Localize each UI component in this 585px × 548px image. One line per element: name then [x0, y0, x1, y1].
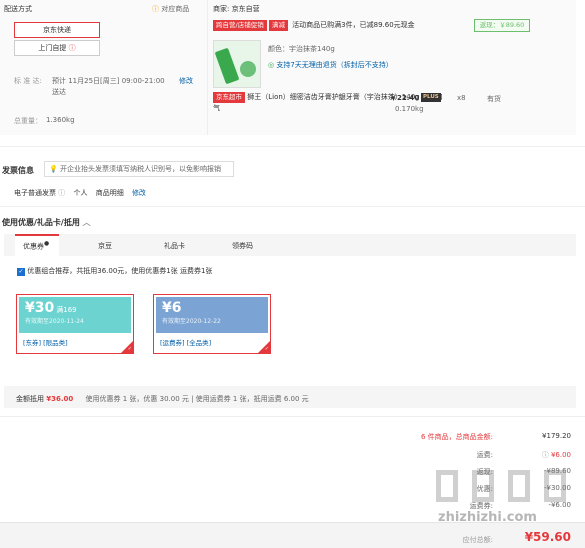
ship-date-modify-link[interactable]: 修改 [179, 76, 193, 86]
coupon-tags: [运费券] [全品类] [160, 339, 212, 347]
ship-option-jd-express[interactable]: 京东快递 [14, 22, 100, 38]
market-tag: 京东超市 [213, 92, 245, 103]
coupon-condition: 满169 [56, 306, 77, 314]
help-icon: ⓘ [68, 44, 76, 52]
summary-count: 6 件商品，总商品金额: [421, 432, 493, 442]
return-policy: ◎ 支持7天无理由退货（拆封后不支持） [268, 60, 393, 70]
divider [0, 206, 585, 207]
watermark-block [508, 470, 530, 502]
promo-tag: 满减 [268, 20, 288, 31]
product-color: 颜色：宇治抹茶140g [268, 45, 335, 53]
summary-count-text: 6 件商品，总商品金额: [420, 433, 493, 441]
weight-label: 总重量： [14, 117, 42, 125]
watermark-block [436, 470, 458, 502]
invoice-tip-text: 开企业抬头发票须填写纳税人识别号，以免影响报销 [59, 165, 221, 173]
summary-freight: ⓘ ¥6.00 [542, 450, 571, 460]
shield-icon: ◎ [268, 61, 275, 69]
weight-value: 1.360kg [46, 116, 75, 124]
check-icon: ✓ [127, 346, 132, 352]
shipping-panel [0, 0, 208, 135]
divider [0, 416, 585, 417]
tab-gift-card[interactable]: 礼品卡 [164, 241, 185, 251]
seller-name: 京东自营 [231, 5, 260, 13]
pay-label: 应付总额: [462, 536, 493, 544]
watermark-text: zhizhizhi.com [438, 510, 537, 525]
promo-row: 跨自营/店铺促销 满减 活动商品已购满3件，已减89.60元现金 [213, 20, 415, 31]
coupon-face: ¥6 有效期至2020-12-22 [156, 297, 268, 333]
toothpaste-tube-icon [214, 47, 240, 85]
ship-option-label: 京东快递 [43, 26, 71, 34]
product-stock: 有货 [487, 95, 501, 103]
coupon-amount: ¥6 [162, 300, 182, 316]
ship-option-label: 上门自提 [38, 44, 67, 52]
invoice-who: 个人 [73, 189, 88, 197]
shipping-title: 配送方式 [4, 5, 32, 13]
ship-date-label: 标 准 达: [14, 77, 42, 85]
invoice-title: 发票信息 [2, 166, 34, 175]
product-qty: x8 [457, 94, 466, 102]
ship-date-value: 预计 11月25日[周三] 09:00-21:00 送达 [52, 77, 165, 96]
invoice-modify-link[interactable]: 修改 [132, 189, 146, 197]
coupon-tabs-bar [4, 234, 576, 256]
tab-label: 优惠券 [23, 242, 44, 251]
corresponding-goods-label: 对应商品 [161, 5, 190, 13]
checkbox-checked-icon: ✓ [17, 268, 25, 276]
watermark-block [472, 470, 494, 502]
bulb-icon: 💡 [49, 165, 58, 173]
invoice-type: 电子普通发票 [14, 189, 56, 197]
promo-text: 活动商品已购满3件，已减89.60元现金 [292, 21, 415, 29]
footer-amount: ¥36.00 [46, 395, 74, 403]
coupon-tags: [东券] [限品类] [23, 339, 68, 347]
coupon-section-toggle[interactable]: 使用优惠/礼品卡/抵用 ︿ [2, 217, 91, 228]
summary-freight-label: 运费: [476, 451, 493, 459]
product-weight: 0.170kg [395, 105, 424, 113]
return-policy-text: 支持7天无理由退货（拆封后不支持） [276, 61, 393, 69]
coupon-footer-row: 金额抵用 ¥36.00 使用优惠券 1 张，优惠 30.00 元 | 使用运费券… [16, 394, 309, 404]
pay-total: ¥59.60 [524, 530, 571, 544]
plus-badge: PLUS [421, 93, 441, 102]
recommend-text: 优惠组合推荐，共抵用36.00元，使用优惠券1张 运费券1张 [27, 267, 213, 275]
seller-row: 商家: 京东自营 [213, 4, 260, 14]
coupon-card[interactable]: ¥6 有效期至2020-12-22 [运费券] [全品类] ✓ [153, 294, 271, 354]
pay-bar [0, 522, 585, 548]
check-icon: ✓ [264, 346, 269, 352]
summary-total-goods: ¥179.20 [542, 432, 571, 440]
ship-option-pickup[interactable]: 上门自提 ⓘ [14, 40, 100, 56]
promo-tag: 跨自营/店铺促销 [213, 20, 267, 31]
invoice-detail: 商品明细 [95, 189, 124, 197]
watermark-logo [436, 470, 576, 510]
coupon-date: 有效期至2020-12-22 [162, 318, 221, 325]
footer-label: 金额抵用 [16, 395, 44, 403]
recommend-row[interactable]: ✓ 优惠组合推荐，共抵用36.00元，使用优惠券1张 运费券1张 [17, 266, 212, 276]
help-icon: ⓘ [58, 189, 66, 197]
selected-corner: ✓ [258, 341, 270, 353]
coupon-face: ¥30 满169 有效期至2020-11-24 [19, 297, 131, 333]
product-image[interactable] [213, 40, 261, 88]
invoice-tip: 💡 开企业抬头发票须填写纳税人识别号，以免影响报销 [44, 161, 234, 177]
seller-label: 商家: [213, 5, 230, 13]
watermark-block [544, 470, 566, 502]
invoice-row: 电子普通发票 ⓘ 个人 商品明细 修改 [14, 188, 146, 198]
coupon-date: 有效期至2020-11-24 [25, 318, 84, 325]
tab-coupon-code[interactable]: 领券码 [232, 241, 253, 251]
info-icon: ⓘ [541, 451, 549, 459]
selected-corner: ✓ [121, 341, 133, 353]
footer-detail: 使用优惠券 1 张，优惠 30.00 元 | 使用运费券 1 张，抵用运费 6.… [85, 395, 309, 403]
product-price: ￥22.40 [390, 94, 420, 102]
info-icon: ⓘ [152, 5, 159, 13]
coupon-section-title: 使用优惠/礼品卡/抵用 [2, 218, 80, 227]
coupon-amount: ¥30 [25, 300, 55, 316]
divider [0, 146, 585, 147]
coupon-card[interactable]: ¥30 满169 有效期至2020-11-24 [东券] [限品类] ✓ [16, 294, 134, 354]
discount-badge: 返现：￥89.60 [474, 19, 530, 32]
summary-freight-value: ¥6.00 [550, 451, 571, 459]
corresponding-goods-link[interactable]: ⓘ 对应商品 [152, 4, 189, 14]
tab-coupons[interactable]: 优惠券● [23, 241, 49, 251]
tab-jingdou[interactable]: 京豆 [98, 241, 112, 251]
leaf-icon [240, 61, 256, 77]
chevron-up-icon: ︿ [82, 218, 91, 227]
